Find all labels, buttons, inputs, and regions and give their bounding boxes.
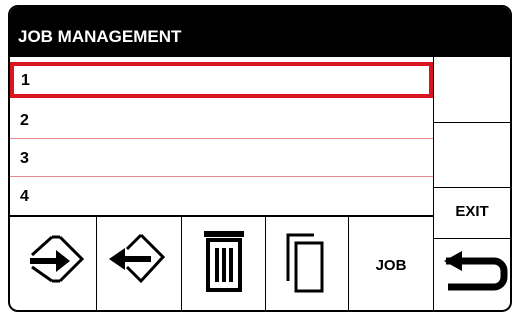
recall-job-button[interactable] (97, 217, 182, 310)
job-number: 3 (20, 150, 29, 167)
job-row-1[interactable]: 1 (10, 62, 433, 98)
page-title: JOB MANAGEMENT (10, 7, 510, 57)
job-button[interactable]: JOB (349, 217, 433, 310)
job-row-2[interactable]: 2 (10, 102, 433, 139)
delete-job-button[interactable] (182, 217, 266, 310)
recall-job-icon (109, 233, 166, 284)
job-row-4[interactable]: 4 (10, 178, 433, 216)
job-number: 4 (20, 188, 29, 205)
job-management-panel: JOB MANAGEMENT 1 2 3 4 EXIT JOB (8, 5, 512, 312)
copy-job-button[interactable] (266, 217, 349, 310)
store-job-icon (30, 235, 85, 283)
side-row-divider (433, 122, 510, 123)
delete-icon (204, 231, 244, 292)
store-job-button[interactable] (10, 217, 97, 310)
job-label: JOB (375, 257, 407, 274)
job-number: 1 (21, 72, 30, 89)
job-number: 2 (20, 112, 29, 129)
exit-label: EXIT (455, 203, 489, 220)
copy-icon (286, 233, 324, 293)
job-row-3[interactable]: 3 (10, 140, 433, 177)
return-arrow-icon (444, 251, 508, 291)
toolbar: JOB (10, 216, 433, 310)
